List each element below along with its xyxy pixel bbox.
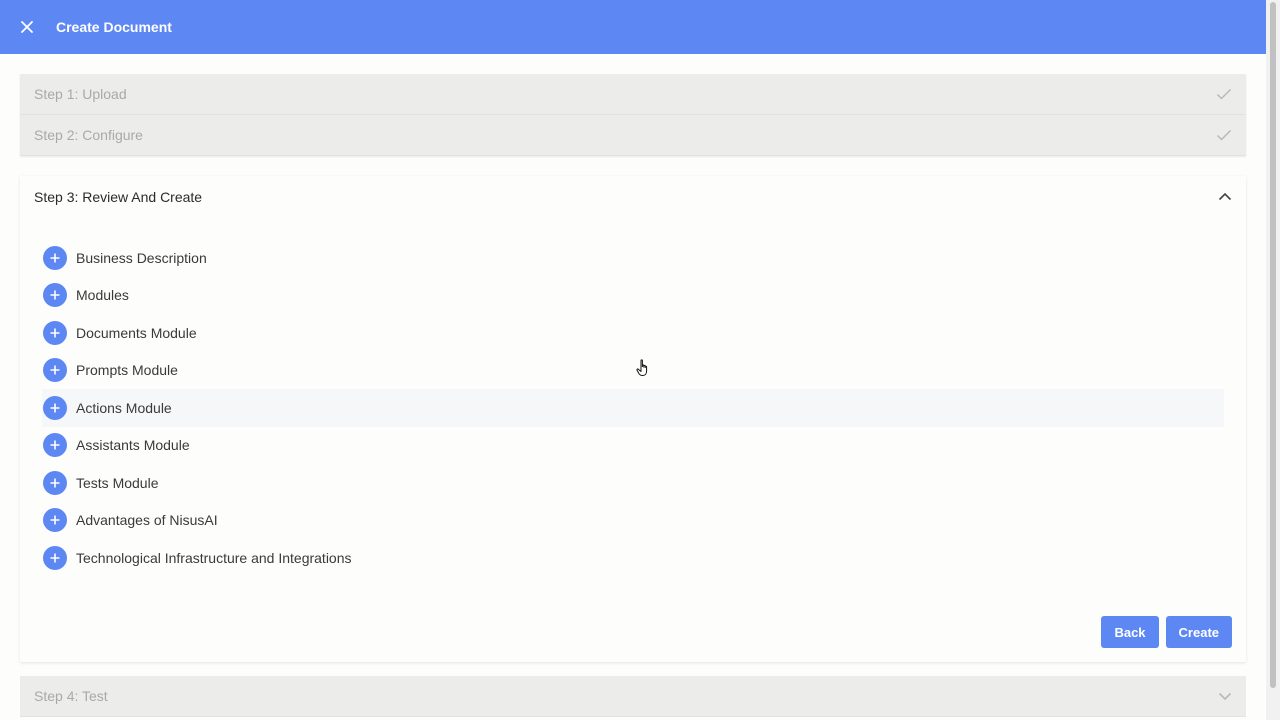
completed-steps-group: Step 1: Upload Step 2: Configure — [20, 74, 1246, 156]
step-configure[interactable]: Step 2: Configure — [20, 115, 1246, 156]
list-item: Modules — [42, 277, 1224, 315]
check-icon — [1216, 88, 1232, 100]
plus-icon — [50, 253, 60, 263]
step-test[interactable]: Step 4: Test — [20, 676, 1246, 717]
step-header[interactable]: Step 3: Review And Create — [20, 176, 1246, 217]
step-label: Step 4: Test — [34, 688, 108, 704]
close-icon — [21, 21, 33, 33]
create-button[interactable]: Create — [1165, 616, 1232, 648]
vertical-scrollbar[interactable] — [1266, 0, 1280, 720]
list-item: Advantages of NisusAI — [42, 502, 1224, 540]
section-label: Assistants Module — [76, 437, 190, 454]
list-item: Documents Module — [42, 314, 1224, 352]
step-label: Step 3: Review And Create — [34, 188, 203, 205]
list-item: Prompts Module — [42, 352, 1224, 390]
add-section-button[interactable] — [43, 358, 67, 383]
add-section-button[interactable] — [43, 320, 67, 345]
section-label: Advantages of NisusAI — [76, 512, 218, 529]
step-review-and-create: Step 3: Review And Create Business Descr… — [20, 176, 1246, 662]
section-label: Prompts Module — [76, 362, 178, 379]
section-label: Actions Module — [76, 399, 172, 416]
section-label: Tests Module — [76, 474, 159, 491]
stepper: Step 1: Upload Step 2: Configure Step 3:… — [20, 74, 1246, 717]
plus-icon — [50, 403, 60, 413]
add-section-button[interactable] — [43, 545, 67, 570]
plus-icon — [50, 440, 60, 450]
plus-icon — [50, 553, 60, 563]
chevron-down-icon — [1218, 692, 1232, 700]
hand-pointer-icon — [636, 359, 648, 376]
add-section-button[interactable] — [43, 283, 67, 308]
add-section-button[interactable] — [43, 508, 67, 533]
section-list: Business Description Modules Documents M… — [42, 239, 1224, 577]
page-title: Create Document — [56, 19, 172, 35]
back-button[interactable]: Back — [1101, 616, 1159, 648]
list-item: Business Description — [42, 239, 1224, 277]
add-section-button[interactable] — [43, 470, 67, 495]
list-item: Technological Infrastructure and Integra… — [42, 539, 1224, 577]
section-label: Business Description — [76, 249, 207, 266]
chevron-up-icon — [1218, 192, 1232, 201]
scrollbar-thumb[interactable] — [1270, 2, 1276, 688]
close-button[interactable] — [0, 0, 54, 54]
plus-icon — [50, 328, 60, 338]
plus-icon — [50, 515, 60, 525]
step-label: Step 2: Configure — [34, 127, 143, 143]
step-upload[interactable]: Step 1: Upload — [20, 74, 1246, 115]
plus-icon — [50, 365, 60, 375]
check-icon — [1216, 129, 1232, 141]
add-section-button[interactable] — [43, 395, 67, 420]
list-item: Tests Module — [42, 464, 1224, 502]
list-item: Actions Module — [42, 389, 1224, 427]
section-label: Technological Infrastructure and Integra… — [76, 549, 352, 566]
top-bar: Create Document — [0, 0, 1266, 54]
plus-icon — [50, 290, 60, 300]
section-label: Modules — [76, 287, 129, 304]
step-label: Step 1: Upload — [34, 86, 127, 102]
step-actions: Back Create — [1101, 616, 1232, 648]
add-section-button[interactable] — [43, 245, 67, 270]
plus-icon — [50, 478, 60, 488]
list-item: Assistants Module — [42, 427, 1224, 465]
section-label: Documents Module — [76, 324, 197, 341]
add-section-button[interactable] — [43, 433, 67, 458]
